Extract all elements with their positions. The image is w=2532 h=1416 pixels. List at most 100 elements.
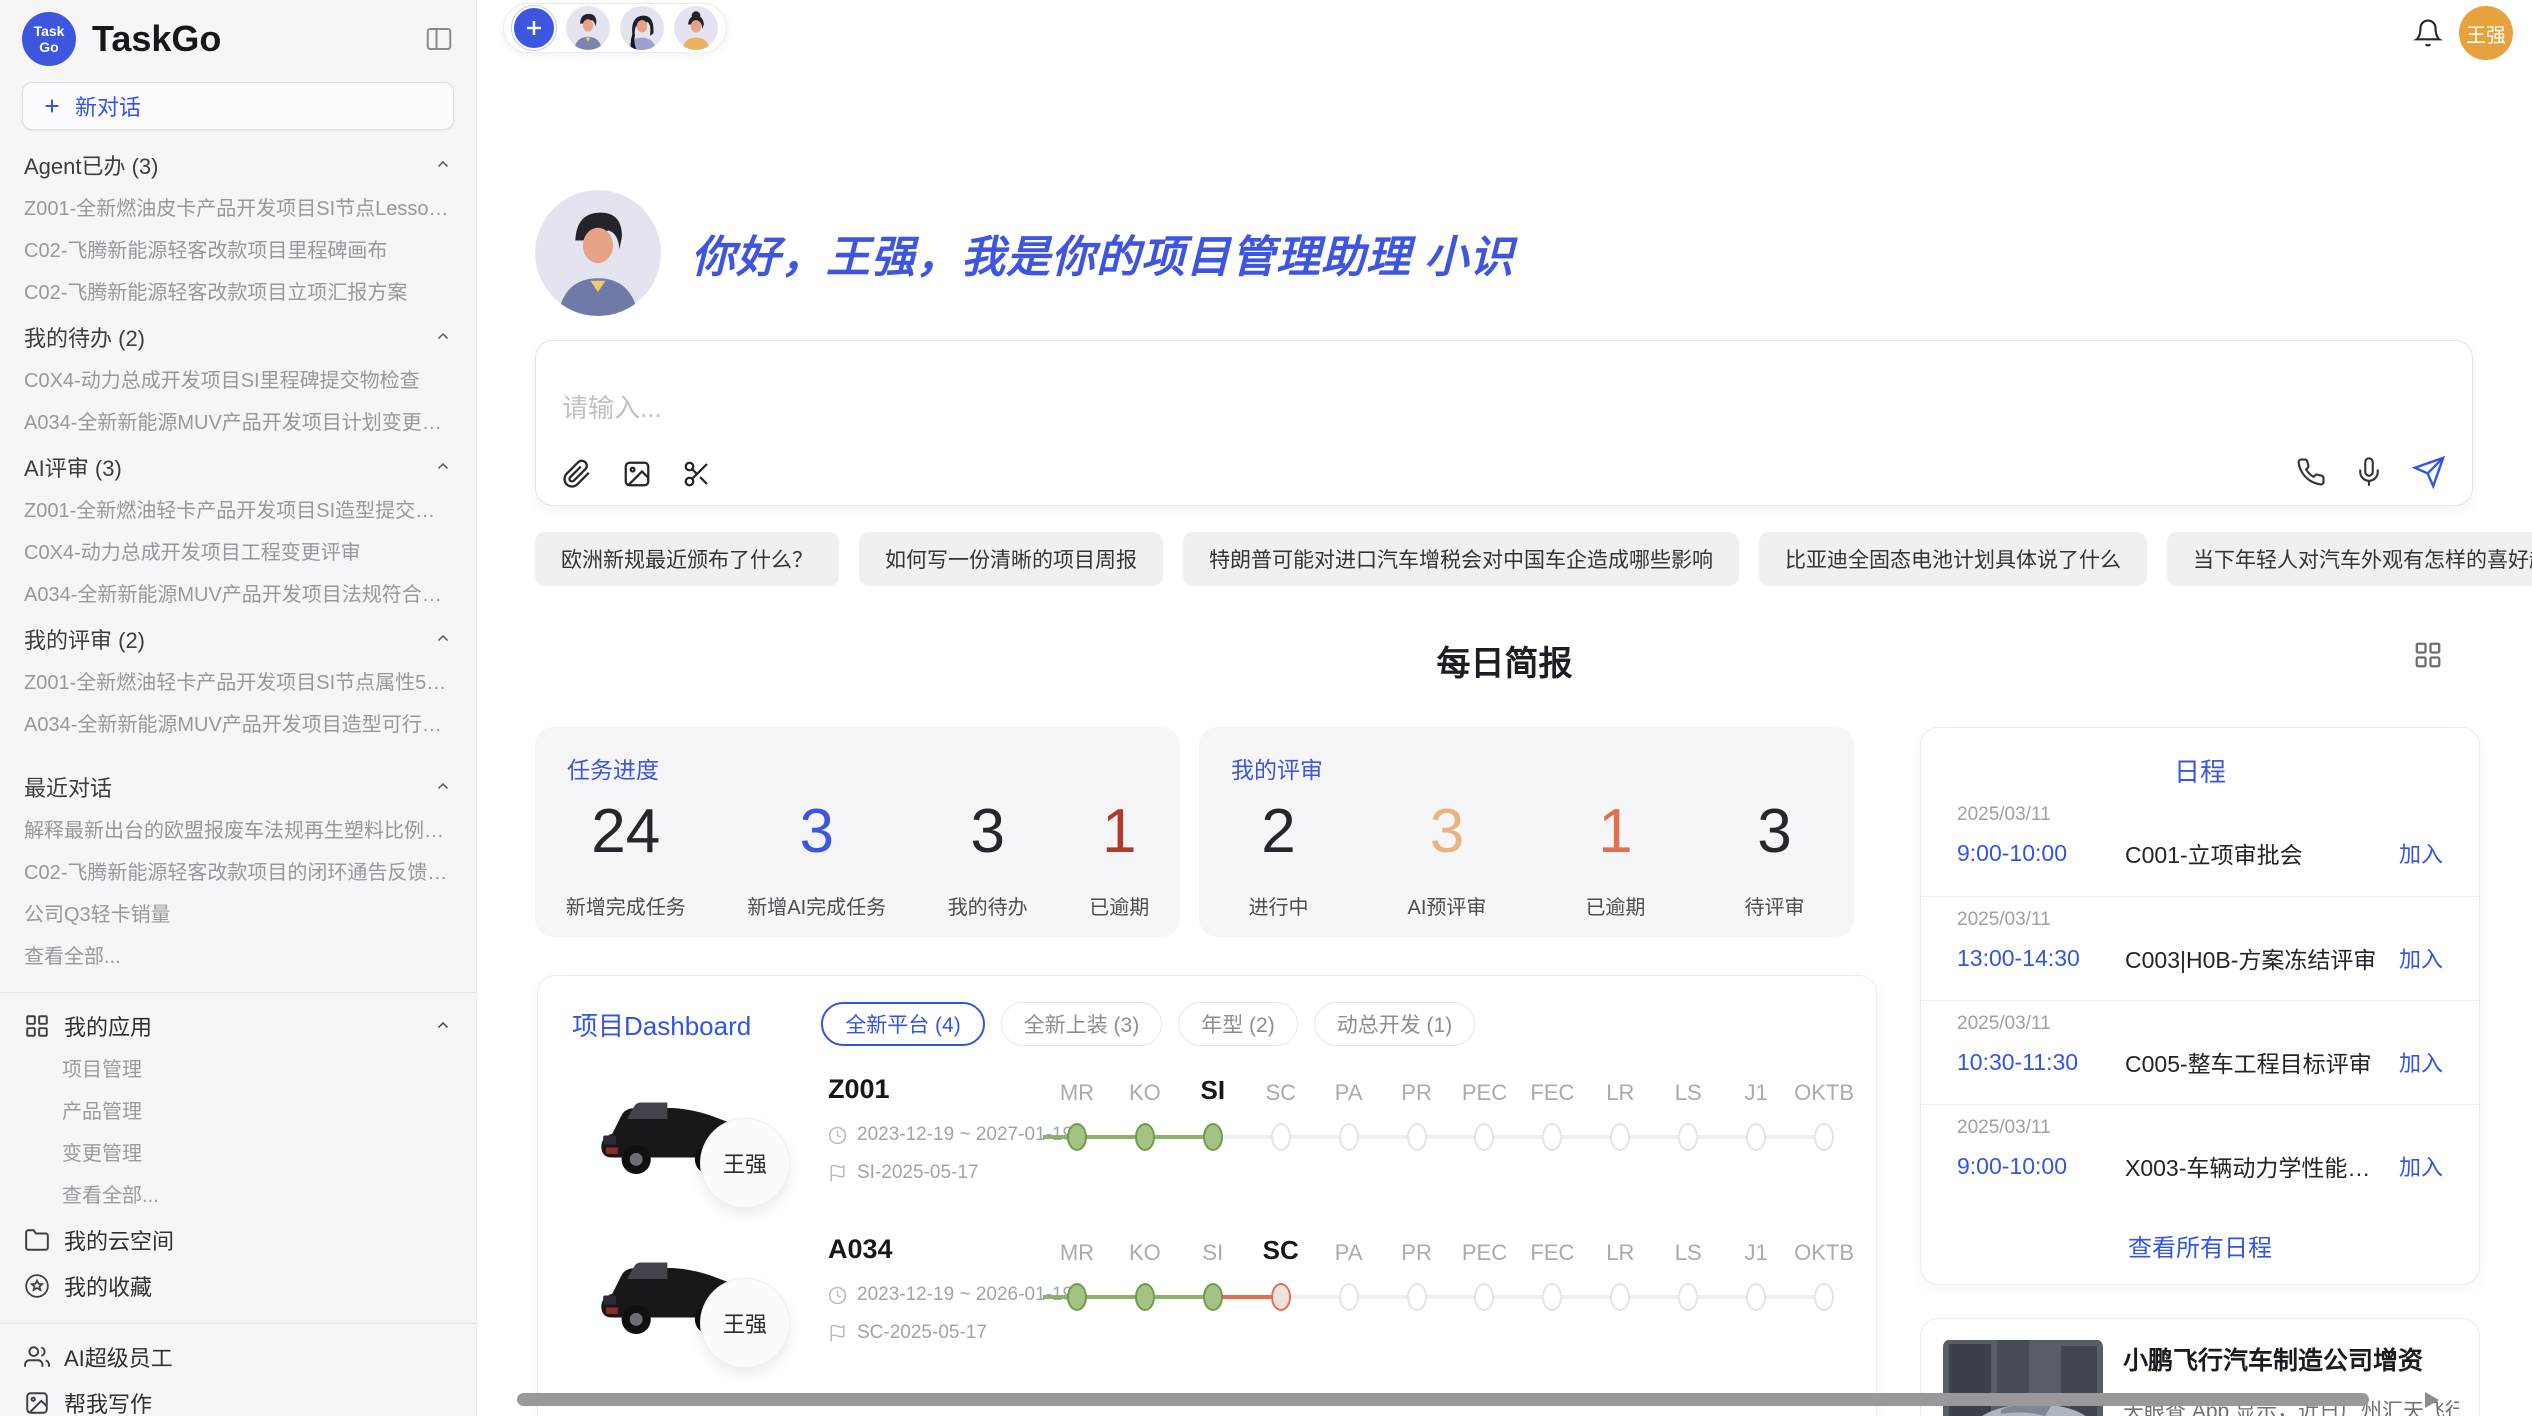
- milestone-node: [1474, 1123, 1494, 1151]
- taskgo-logo: Task Go: [22, 12, 76, 66]
- chevron-up-icon[interactable]: [434, 458, 452, 476]
- sidebar-item-help-me-write[interactable]: 帮我写作: [0, 1380, 476, 1416]
- milestone-label: PEC: [1462, 1070, 1507, 1106]
- dashboard-tab[interactable]: 动总开发 (1): [1314, 1002, 1476, 1046]
- dashboard-tab[interactable]: 年型 (2): [1178, 1002, 1298, 1046]
- new-chat-button[interactable]: 新对话: [22, 82, 454, 130]
- stat-value: 1: [1585, 801, 1645, 863]
- milestone-timeline: MRKOSISCPAPRPECFECLRLSJ1OKTB: [1043, 1070, 1858, 1168]
- screenshot-scissors-icon[interactable]: [682, 459, 712, 489]
- add-member-button[interactable]: [512, 6, 556, 50]
- section-header[interactable]: 我的待办 (2): [0, 314, 476, 360]
- app-item[interactable]: 项目管理: [0, 1049, 476, 1091]
- stat-label: 已逾期: [1089, 891, 1149, 920]
- milestone-label: FEC: [1530, 1070, 1574, 1106]
- app-item[interactable]: 查看全部...: [0, 1175, 476, 1217]
- stat-value: 3: [747, 801, 886, 863]
- task-item[interactable]: A034-全新新能源MUV产品开发项目法规符合性评审: [0, 574, 476, 616]
- milestone-node: [1339, 1123, 1359, 1151]
- hero: 你好，王强，我是你的项目管理助理 小识: [535, 190, 1514, 316]
- suggestion-chip[interactable]: 当下年轻人对汽车外观有怎样的喜好趋势: [2167, 532, 2532, 586]
- chevron-up-icon[interactable]: [434, 156, 452, 174]
- task-item[interactable]: A034-全新新能源MUV产品开发项目计划变更表编写: [0, 402, 476, 444]
- dashboard-tab[interactable]: 全新平台 (4): [821, 1002, 985, 1046]
- chevron-up-icon[interactable]: [434, 630, 452, 648]
- microphone-icon[interactable]: [2354, 457, 2384, 487]
- stat-label: 新增AI完成任务: [747, 891, 886, 920]
- section-header[interactable]: AI评审 (3): [0, 444, 476, 490]
- member-avatar[interactable]: [566, 6, 610, 50]
- stat: 1 已逾期: [1089, 801, 1149, 920]
- schedule-item: 2025/03/11 13:00-14:30 C003|H0B-方案冻结评审 加…: [1921, 896, 2479, 1000]
- task-item[interactable]: Z001-全新燃油轻卡产品开发项目SI节点属性5D文件评审: [0, 662, 476, 704]
- chat-input[interactable]: [562, 393, 1962, 424]
- sidebar-item-favorites[interactable]: 我的收藏: [0, 1263, 476, 1309]
- section-header[interactable]: 最近对话: [0, 764, 476, 810]
- join-meeting-link[interactable]: 加入: [2399, 837, 2443, 869]
- milestone-node: [1407, 1123, 1427, 1151]
- task-item[interactable]: C02-飞腾新能源轻客改款项目立项汇报方案: [0, 272, 476, 314]
- recent-chat-item[interactable]: 解释最新出台的欧盟报废车法规再生塑料比例被调至15%...: [0, 810, 476, 852]
- users-icon: [24, 1344, 50, 1370]
- dashboard-tab[interactable]: 全新上装 (3): [1001, 1002, 1163, 1046]
- join-meeting-link[interactable]: 加入: [2399, 942, 2443, 974]
- milestone-node: [1203, 1283, 1223, 1311]
- app-item[interactable]: 变更管理: [0, 1133, 476, 1175]
- sidebar-item-cloud-space[interactable]: 我的云空间: [0, 1217, 476, 1263]
- schedule-time: 10:30-11:30: [1957, 1049, 2125, 1076]
- send-icon[interactable]: [2412, 455, 2446, 489]
- sidebar-item-ai-super-staff[interactable]: AI超级员工: [0, 1334, 476, 1380]
- notifications-bell-icon[interactable]: [2413, 18, 2443, 53]
- milestone-label: LR: [1606, 1230, 1634, 1266]
- suggestion-chip[interactable]: 特朗普可能对进口汽车增税会对中国车企造成哪些影响: [1183, 532, 1739, 586]
- member-avatar[interactable]: [674, 6, 718, 50]
- plus-icon: [522, 16, 546, 40]
- recent-chat-item[interactable]: 查看全部...: [0, 936, 476, 978]
- collapse-sidebar-icon[interactable]: [424, 24, 454, 54]
- milestone-label: J1: [1745, 1230, 1768, 1266]
- suggestion-chip[interactable]: 欧洲新规最近颁布了什么？: [535, 532, 839, 586]
- join-meeting-link[interactable]: 加入: [2399, 1046, 2443, 1078]
- task-item[interactable]: C02-飞腾新能源轻客改款项目里程碑画布: [0, 230, 476, 272]
- project-row[interactable]: 王强 Z001 2023-12-19 ~ 2027-01-19 SI-2025-…: [538, 1066, 1876, 1226]
- section-header[interactable]: Agent已办 (3): [0, 142, 476, 188]
- scrollbar-right-arrow[interactable]: [2425, 1392, 2439, 1408]
- recent-chat-item[interactable]: 公司Q3轻卡销量: [0, 894, 476, 936]
- insert-image-icon[interactable]: [622, 459, 652, 489]
- horizontal-scrollbar[interactable]: [477, 1391, 2532, 1409]
- view-all-schedule-link[interactable]: 查看所有日程: [1921, 1228, 2479, 1263]
- user-avatar[interactable]: 王强: [2459, 6, 2513, 60]
- workspace-member-bar: [503, 3, 727, 53]
- project-row[interactable]: 王强 A034 2023-12-19 ~ 2026-01-19 SC-2025-…: [538, 1226, 1876, 1386]
- schedule-time: 13:00-14:30: [1957, 945, 2125, 972]
- sidebar-item-my-apps[interactable]: 我的应用: [0, 1003, 476, 1049]
- voice-call-phone-icon[interactable]: [2296, 457, 2326, 487]
- main-area: 王强 你好，王强，我是你的项目管理助理 小识 欧洲新规最: [477, 0, 2532, 1416]
- task-item[interactable]: C0X4-动力总成开发项目SI里程碑提交物检查: [0, 360, 476, 402]
- task-item[interactable]: Z001-全新燃油皮卡产品开发项目SI节点Lesson Learn报告: [0, 188, 476, 230]
- briefing-layout-grid-icon[interactable]: [2413, 640, 2443, 675]
- suggestion-chip[interactable]: 比亚迪全固态电池计划具体说了什么: [1759, 532, 2147, 586]
- schedule-name: C003|H0B-方案冻结评审: [2125, 941, 2387, 975]
- stat-label: 已逾期: [1585, 891, 1645, 920]
- chevron-up-icon[interactable]: [434, 778, 452, 796]
- app-item[interactable]: 产品管理: [0, 1091, 476, 1133]
- suggestion-chip[interactable]: 如何写一份清晰的项目周报: [859, 532, 1163, 586]
- project-date-range: 2023-12-19 ~ 2026-01-19: [857, 1284, 1073, 1306]
- stat-value: 24: [566, 801, 686, 863]
- member-avatar[interactable]: [620, 6, 664, 50]
- attachment-paperclip-icon[interactable]: [562, 459, 592, 489]
- scrollbar-thumb[interactable]: [517, 1393, 2369, 1406]
- join-meeting-link[interactable]: 加入: [2399, 1150, 2443, 1182]
- milestone-node: [1610, 1123, 1630, 1151]
- task-item[interactable]: A034-全新新能源MUV产品开发项目造型可行性评审: [0, 704, 476, 746]
- section-header[interactable]: 我的评审 (2): [0, 616, 476, 662]
- schedule-item: 2025/03/11 9:00-10:00 X003-车辆动力学性能验... 加…: [1921, 1104, 2479, 1208]
- project-dashboard-card: 项目Dashboard 全新平台 (4)全新上装 (3)年型 (2)动总开发 (…: [537, 975, 1877, 1416]
- task-item[interactable]: Z001-全新燃油轻卡产品开发项目SI造型提交物评审: [0, 490, 476, 532]
- assistant-avatar: [535, 190, 661, 316]
- chevron-up-icon[interactable]: [434, 1017, 452, 1035]
- recent-chat-item[interactable]: C02-飞腾新能源轻客改款项目的闭环通告反馈情况: [0, 852, 476, 894]
- chevron-up-icon[interactable]: [434, 328, 452, 346]
- task-item[interactable]: C0X4-动力总成开发项目工程变更评审: [0, 532, 476, 574]
